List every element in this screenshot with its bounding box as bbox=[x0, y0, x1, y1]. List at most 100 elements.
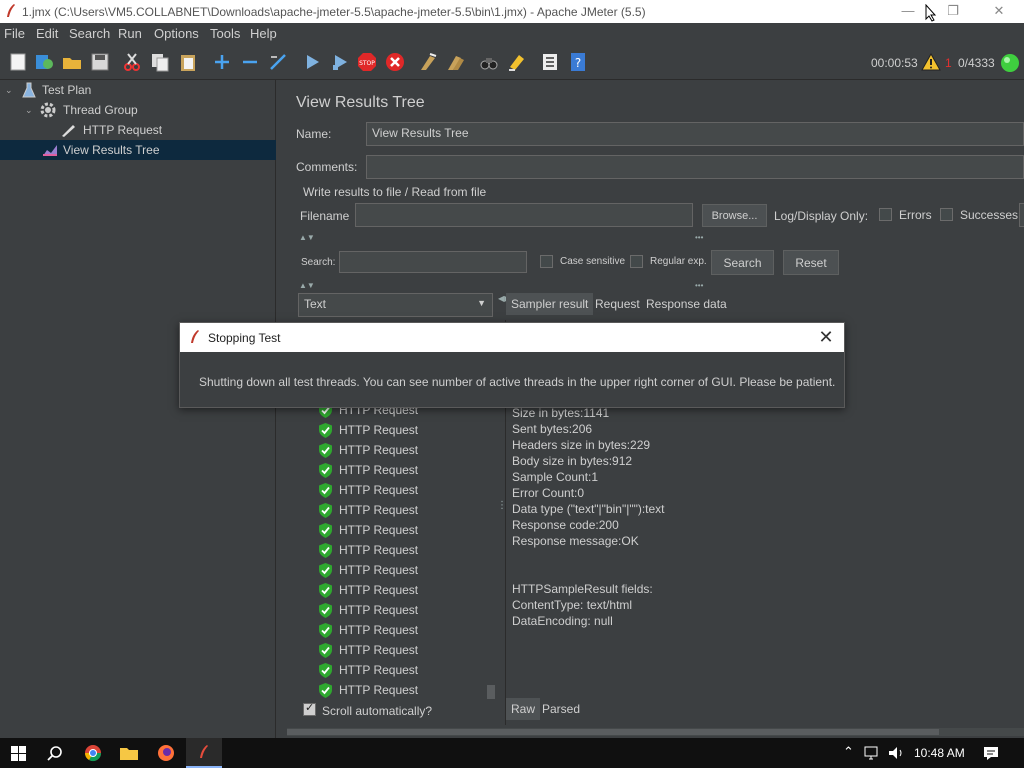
success-shield-icon bbox=[319, 443, 332, 458]
chart-icon bbox=[43, 145, 57, 156]
volume-icon[interactable] bbox=[888, 746, 906, 760]
drag-handle-icon[interactable]: ••• bbox=[695, 233, 703, 242]
menu-options[interactable]: Options bbox=[154, 26, 199, 41]
chevron-up-icon[interactable]: ⌃ bbox=[843, 744, 854, 760]
tab-request[interactable]: Request bbox=[590, 293, 645, 315]
menu-file[interactable]: File bbox=[4, 26, 25, 41]
configure-button-partial[interactable] bbox=[1019, 203, 1024, 227]
tree-node-test-plan[interactable]: ⌄ Test Plan bbox=[0, 80, 276, 100]
windows-start-icon[interactable] bbox=[11, 746, 26, 761]
shutdown-icon[interactable] bbox=[385, 52, 405, 72]
name-input[interactable]: View Results Tree bbox=[366, 122, 1024, 146]
save-icon[interactable] bbox=[90, 52, 110, 72]
search-binoculars-icon[interactable] bbox=[479, 52, 499, 72]
list-item-label: HTTP Request bbox=[339, 683, 419, 697]
tab-raw[interactable]: Raw bbox=[506, 698, 541, 720]
drag-handle-icon[interactable]: ⋮ bbox=[497, 500, 507, 511]
mouse-cursor-icon bbox=[925, 4, 937, 22]
dialog-title: Stopping Test bbox=[208, 331, 281, 345]
taskbar-clock[interactable]: 10:48 AM bbox=[914, 746, 965, 760]
renderer-select[interactable]: Text ▼ bbox=[298, 293, 493, 317]
successes-label: Successes bbox=[960, 208, 1019, 222]
collapse-arrows-icon[interactable]: ▲▼ bbox=[299, 281, 315, 290]
paste-icon[interactable] bbox=[178, 52, 198, 72]
start-no-pauses-icon[interactable] bbox=[330, 52, 350, 72]
sample-results-list: HTTP Request HTTP Request HTTP Request HTTP… bbox=[299, 400, 497, 702]
success-shield-icon bbox=[319, 543, 332, 558]
dialog-close-button[interactable]: ✕ bbox=[816, 327, 836, 347]
minimize-button[interactable]: — bbox=[893, 3, 923, 19]
notifications-icon[interactable] bbox=[983, 746, 999, 761]
templates-icon[interactable] bbox=[34, 52, 54, 72]
errors-checkbox[interactable] bbox=[879, 208, 892, 221]
success-shield-icon bbox=[319, 583, 332, 598]
start-icon[interactable] bbox=[302, 52, 322, 72]
new-icon[interactable] bbox=[8, 52, 28, 72]
list-scrollbar-thumb[interactable] bbox=[487, 685, 495, 699]
reset-search-icon[interactable] bbox=[507, 52, 527, 72]
menu-help[interactable]: Help bbox=[250, 26, 277, 41]
browse-button[interactable]: Browse... bbox=[702, 204, 767, 227]
successes-checkbox[interactable] bbox=[940, 208, 953, 221]
network-icon[interactable] bbox=[864, 746, 882, 760]
menu-edit[interactable]: Edit bbox=[36, 26, 58, 41]
expand-all-icon[interactable] bbox=[212, 52, 232, 72]
case-sensitive-checkbox[interactable] bbox=[540, 255, 553, 268]
list-item-label: HTTP Request bbox=[339, 603, 419, 617]
tab-sampler-result[interactable]: Sampler result bbox=[506, 293, 594, 315]
dialog-title-bar: Stopping Test ✕ bbox=[180, 323, 844, 352]
jmeter-feather-icon bbox=[7, 4, 15, 17]
toggle-icon[interactable] bbox=[268, 52, 288, 72]
comments-input[interactable] bbox=[366, 155, 1024, 179]
close-window-button[interactable]: ✕ bbox=[984, 3, 1014, 19]
case-sensitive-label: Case sensitive bbox=[560, 256, 626, 267]
collapse-arrows-icon[interactable]: ▲▼ bbox=[299, 233, 315, 242]
menu-tools[interactable]: Tools bbox=[210, 26, 240, 41]
menu-run[interactable]: Run bbox=[118, 26, 142, 41]
reset-button[interactable]: Reset bbox=[783, 250, 839, 275]
chrome-icon[interactable] bbox=[84, 744, 102, 762]
help-icon[interactable]: ? bbox=[568, 52, 588, 72]
splitter[interactable] bbox=[276, 80, 287, 738]
tree-node-view-results-tree[interactable]: View Results Tree bbox=[0, 140, 276, 160]
chevron-down-icon[interactable]: ⌄ bbox=[25, 100, 33, 120]
search-button[interactable]: Search bbox=[711, 250, 774, 275]
scroll-automatically-checkbox[interactable]: ✓ bbox=[303, 702, 316, 716]
gear-icon bbox=[40, 102, 56, 118]
drag-handle-icon[interactable]: ••• bbox=[695, 281, 703, 290]
tree-node-http-request[interactable]: HTTP Request bbox=[0, 120, 276, 140]
horizontal-scrollbar-thumb[interactable] bbox=[287, 729, 939, 735]
write-results-legend: Write results to file / Read from file bbox=[303, 185, 487, 199]
clear-icon[interactable] bbox=[418, 52, 438, 72]
success-shield-icon bbox=[319, 423, 332, 438]
search-input[interactable] bbox=[339, 251, 527, 273]
list-item-label: HTTP Request bbox=[339, 583, 419, 597]
horizontal-scrollbar[interactable] bbox=[287, 728, 1024, 736]
firefox-icon[interactable] bbox=[157, 744, 175, 762]
error-count: 1 bbox=[945, 56, 952, 70]
collapse-all-icon[interactable] bbox=[240, 52, 260, 72]
tab-response-data[interactable]: Response data bbox=[641, 293, 732, 315]
function-helper-icon[interactable] bbox=[540, 52, 560, 72]
chevron-down-icon[interactable]: ⌄ bbox=[5, 80, 13, 100]
stop-icon[interactable]: STOP bbox=[357, 52, 377, 72]
cut-icon[interactable] bbox=[122, 52, 142, 72]
chevron-down-icon: ▼ bbox=[477, 298, 486, 308]
regular-exp-checkbox[interactable] bbox=[630, 255, 643, 268]
list-item-label: HTTP Request bbox=[339, 423, 419, 437]
tab-parsed[interactable]: Parsed bbox=[537, 698, 585, 720]
result-line: Error Count:0 bbox=[512, 486, 585, 500]
copy-icon[interactable] bbox=[150, 52, 170, 72]
tree-node-thread-group[interactable]: ⌄ Thread Group bbox=[0, 100, 276, 120]
taskbar-jmeter[interactable] bbox=[186, 738, 222, 768]
maximize-button[interactable]: ❐ bbox=[938, 3, 968, 19]
warning-icon[interactable] bbox=[921, 53, 941, 71]
filename-input[interactable] bbox=[355, 203, 693, 227]
search-icon[interactable] bbox=[47, 745, 63, 761]
result-line: Body size in bytes:912 bbox=[512, 454, 633, 468]
menu-search[interactable]: Search bbox=[69, 26, 110, 41]
clear-all-icon[interactable] bbox=[446, 52, 466, 72]
file-explorer-icon[interactable] bbox=[120, 745, 138, 761]
jmeter-feather-icon bbox=[200, 745, 208, 758]
open-icon[interactable] bbox=[62, 52, 82, 72]
